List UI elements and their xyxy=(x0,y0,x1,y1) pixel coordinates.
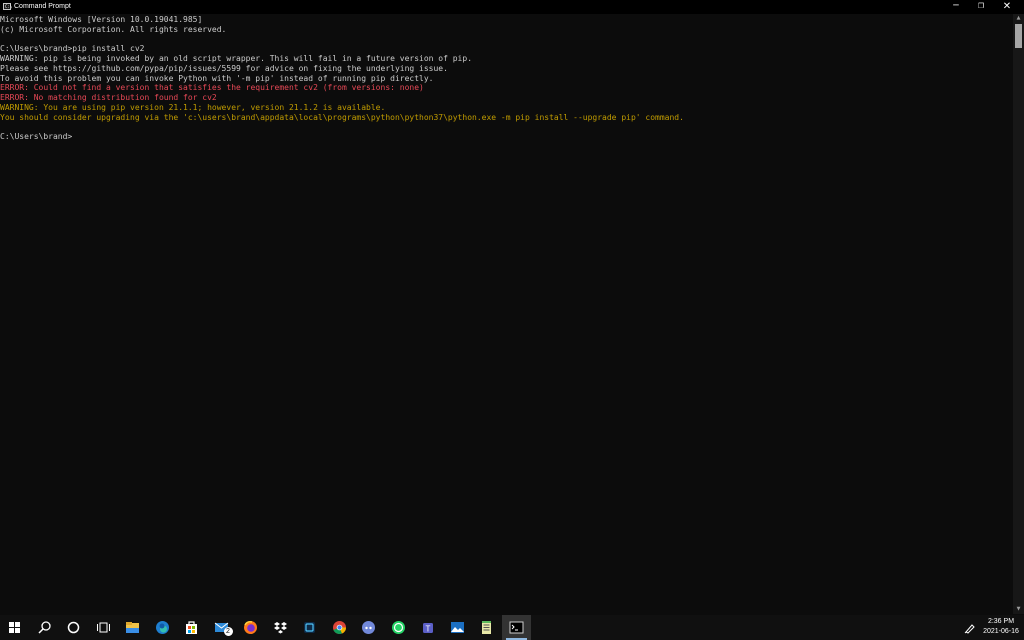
scroll-down-icon[interactable]: ▼ xyxy=(1013,605,1024,614)
dropbox-icon xyxy=(273,622,287,634)
taskbar-button-store[interactable] xyxy=(177,615,206,640)
taskbar-button-chrome[interactable] xyxy=(325,615,354,640)
photos-icon xyxy=(450,622,464,633)
taskbar-button-discord[interactable] xyxy=(354,615,383,640)
teams-icon: T xyxy=(423,623,433,634)
console-line: ERROR: No matching distribution found fo… xyxy=(0,93,217,102)
taskbar-button-firefox[interactable] xyxy=(236,615,265,640)
taskbar-button-app[interactable] xyxy=(295,615,324,640)
clock-time: 2:36 PM xyxy=(987,618,1015,625)
firefox-icon xyxy=(244,621,257,634)
command-prompt-window: C:\ Command Prompt ─ ❐ ✕ Microsoft Windo… xyxy=(0,0,1024,615)
minimize-button[interactable]: ─ xyxy=(944,0,968,14)
app-icon xyxy=(304,622,315,633)
taskbar-button-file-explorer[interactable] xyxy=(118,615,147,640)
console-line: C:\Users\brand>pip install cv2 xyxy=(0,44,145,54)
windows-start-icon xyxy=(9,622,20,633)
taskbar-button-notepad[interactable] xyxy=(472,615,501,640)
taskbar-button-cortana[interactable] xyxy=(59,615,88,640)
console-line: Microsoft Windows [Version 10.0.19041.98… xyxy=(0,15,203,24)
whatsapp-icon xyxy=(391,621,405,634)
notepad-icon xyxy=(482,621,491,634)
taskbar-button-windows-start[interactable] xyxy=(0,615,29,640)
taskbar-button-search[interactable] xyxy=(30,615,59,640)
console-line: (c) Microsoft Corporation. All rights re… xyxy=(0,24,227,34)
restore-button[interactable]: ❐ xyxy=(969,0,993,14)
clock-date: 2021-06-16 xyxy=(983,628,1019,635)
taskbar-button-dropbox[interactable] xyxy=(266,615,295,640)
taskbar-button-teams[interactable]: T xyxy=(413,615,442,640)
edge-icon xyxy=(155,621,169,634)
console-output[interactable]: Microsoft Windows [Version 10.0.19041.98… xyxy=(0,15,1008,613)
taskbar-button-photos[interactable] xyxy=(443,615,472,640)
taskbar-button-command-prompt[interactable] xyxy=(501,615,531,640)
pen-icon[interactable] xyxy=(964,622,976,634)
search-icon xyxy=(37,621,51,634)
taskbar: 2:36 PM 2021-06-16 2 T xyxy=(0,615,1024,640)
taskbar-button-mail[interactable]: 2 xyxy=(207,615,236,640)
system-clock[interactable]: 2:36 PM 2021-06-16 xyxy=(980,617,1022,637)
close-button[interactable]: ✕ xyxy=(995,0,1019,14)
store-icon xyxy=(186,621,197,634)
mail-badge: 2 xyxy=(223,627,233,636)
scroll-up-icon[interactable]: ▲ xyxy=(1013,14,1024,23)
taskbar-button-edge[interactable] xyxy=(148,615,177,640)
scroll-thumb[interactable] xyxy=(1015,24,1022,48)
file-explorer-icon xyxy=(126,622,139,633)
discord-icon xyxy=(362,621,375,634)
console-line: Please see https://github.com/pypa/pip/i… xyxy=(0,63,448,73)
task-view-icon xyxy=(96,622,110,633)
console-line: WARNING: pip is being invoked by an old … xyxy=(0,54,473,63)
console-line: WARNING: You are using pip version 21.1.… xyxy=(0,102,386,112)
console-line: C:\Users\brand> xyxy=(0,132,73,141)
console-line: You should consider upgrading via the 'c… xyxy=(0,112,684,122)
cortana-icon xyxy=(67,621,80,634)
taskbar-button-task-view[interactable] xyxy=(89,615,118,640)
console-line: ERROR: Could not find a version that sat… xyxy=(0,83,424,93)
chrome-icon xyxy=(332,621,346,634)
title-bar[interactable]: C:\ Command Prompt ─ ❐ ✕ xyxy=(0,0,1024,14)
window-title: Command Prompt xyxy=(14,3,71,10)
vertical-scrollbar[interactable]: ▲ ▼ xyxy=(1013,14,1024,614)
command-prompt-icon[interactable]: C:\ xyxy=(3,3,12,10)
taskbar-button-whatsapp[interactable] xyxy=(384,615,413,640)
svg-text:T: T xyxy=(426,625,431,634)
console-line: To avoid this problem you can invoke Pyt… xyxy=(0,73,434,83)
command-prompt-icon xyxy=(509,621,523,634)
